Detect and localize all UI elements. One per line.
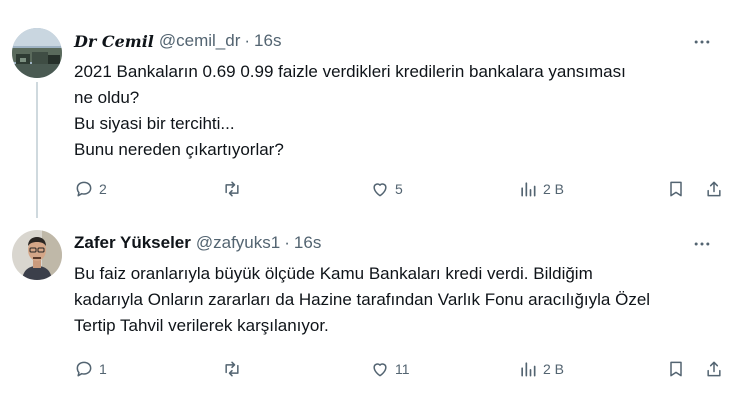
tweet-line: Tertip Tahvil verilerek karşılanıyor.	[74, 316, 329, 335]
like-count: 11	[395, 361, 410, 377]
reply-count: 2	[99, 181, 107, 197]
like-button[interactable]: 5	[370, 177, 403, 201]
reply-count: 1	[99, 361, 107, 377]
share-icon	[707, 361, 721, 377]
like-button[interactable]: 11	[370, 357, 410, 381]
tweet-line: 2021 Bankaların 0.69 0.99 faizle verdikl…	[74, 62, 626, 81]
tweet-header: Dr Cemil @cemil_dr · 16s	[74, 30, 281, 52]
bookmark-button[interactable]	[666, 177, 686, 201]
separator-dot: ·	[284, 233, 290, 252]
timestamp[interactable]: 16s	[254, 31, 281, 51]
more-icon[interactable]	[690, 234, 714, 254]
bookmark-button[interactable]	[666, 357, 686, 381]
tweet-actions: 1 11 2 B	[74, 357, 724, 381]
tweet-1[interactable]: Dr Cemil @cemil_dr · 16s 2021 Bankaların…	[0, 0, 730, 218]
retweet-icon	[225, 361, 239, 377]
tweet-line: Bunu nereden çıkartıyorlar?	[74, 140, 284, 159]
tweet-line: Bu faiz oranlarıyla büyük ölçüde Kamu Ba…	[74, 264, 593, 283]
views-count: 2 B	[543, 181, 565, 197]
avatar[interactable]	[12, 230, 62, 280]
retweet-button[interactable]	[222, 357, 247, 381]
like-count: 5	[395, 181, 403, 197]
share-button[interactable]	[704, 177, 724, 201]
retweet-icon	[225, 181, 239, 197]
handle[interactable]: @zafyuks1	[196, 233, 280, 253]
avatar[interactable]	[12, 28, 62, 78]
display-name[interactable]: Zafer Yükseler	[74, 233, 191, 253]
reply-icon	[76, 361, 92, 377]
bookmark-icon	[670, 361, 682, 377]
tweet-line: kadarıyla Onların zararları da Hazine ta…	[74, 290, 651, 309]
views-count: 2 B	[543, 361, 565, 377]
retweet-button[interactable]	[222, 177, 247, 201]
tweet-line: ne oldu?	[74, 88, 140, 107]
tweet-text: Bu faiz oranlarıyla büyük ölçüde Kamu Ba…	[74, 261, 714, 339]
views-icon	[521, 362, 536, 377]
more-icon[interactable]	[690, 32, 714, 52]
share-icon	[707, 181, 721, 197]
separator-dot: ·	[244, 31, 251, 50]
tweet-line: Bu siyasi bir tercihti...	[74, 114, 235, 133]
views-icon	[521, 182, 536, 197]
thread-line	[36, 82, 38, 218]
heart-icon	[373, 363, 387, 377]
reply-button[interactable]: 2	[74, 177, 107, 201]
share-button[interactable]	[704, 357, 724, 381]
tweet-2[interactable]: Zafer Yükseler @zafyuks1 · 16s Bu faiz o…	[0, 215, 730, 420]
tweet-text: 2021 Bankaların 0.69 0.99 faizle verdikl…	[74, 59, 714, 163]
tweet-header: Zafer Yükseler @zafyuks1 · 16s	[74, 232, 321, 254]
tweet-actions: 2 5 2 B	[74, 177, 724, 201]
reply-button[interactable]: 1	[74, 357, 107, 381]
handle[interactable]: @cemil_dr	[159, 31, 241, 51]
views-button[interactable]: 2 B	[518, 357, 564, 381]
timestamp[interactable]: 16s	[294, 233, 321, 253]
reply-icon	[76, 181, 92, 197]
views-button[interactable]: 2 B	[518, 177, 564, 201]
heart-icon	[373, 183, 387, 197]
bookmark-icon	[670, 181, 682, 197]
display-name[interactable]: Dr Cemil	[74, 32, 154, 51]
